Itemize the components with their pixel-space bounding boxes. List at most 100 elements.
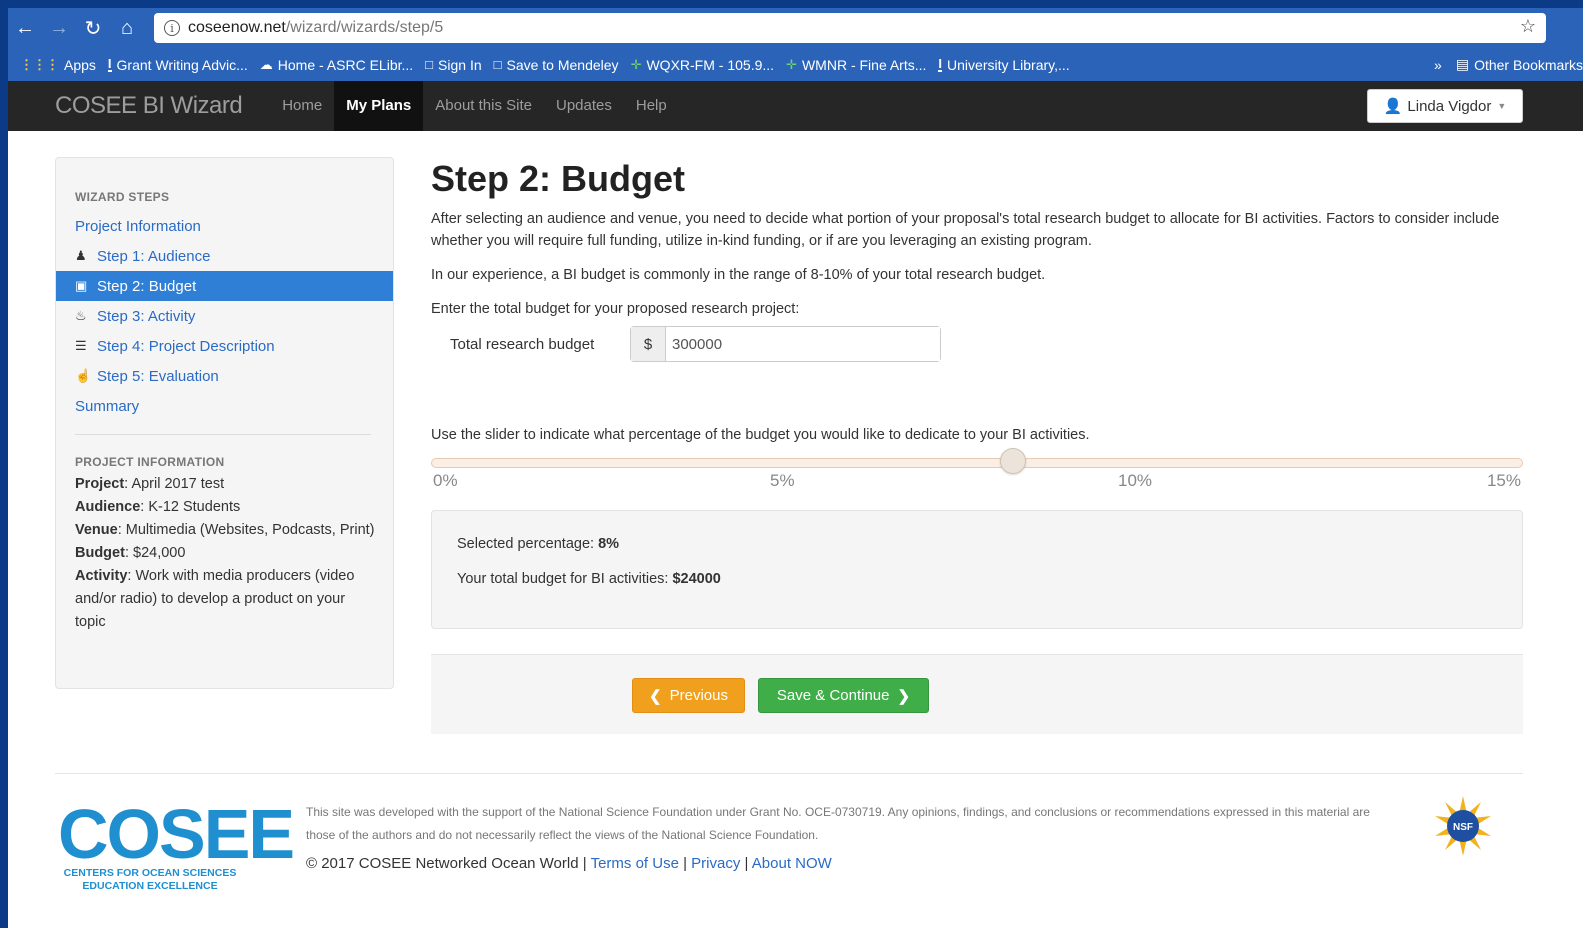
intro-text: After selecting an audience and venue, y… xyxy=(431,211,1500,249)
sidebar-item-step-4[interactable]: ☰ Step 4: Project Description xyxy=(56,331,393,361)
user-icon: 👤 xyxy=(1383,98,1403,115)
separator: | xyxy=(744,855,749,872)
percentage-slider-track[interactable] xyxy=(431,458,1523,468)
forward-icon[interactable]: → xyxy=(42,17,76,40)
bookmark-wqxr[interactable]: ✛ WQXR-FM - 105.9... xyxy=(631,57,774,73)
bookmark-label: Save to Mendeley xyxy=(506,56,619,73)
project-info-project: Project: April 2017 test xyxy=(75,476,225,492)
bookmarks-overflow-chevron[interactable]: » xyxy=(1434,57,1442,73)
sidebar-item-label: Step 2: Budget xyxy=(97,277,197,295)
site-navbar: COSEE BI Wizard Home My Plans About this… xyxy=(8,81,1583,131)
bookmark-label: WQXR-FM - 105.9... xyxy=(646,56,775,73)
separator: | xyxy=(683,855,687,872)
url-host: coseenow.net xyxy=(188,19,286,36)
page-title: Step 2: Budget xyxy=(431,158,686,199)
bookmark-apps[interactable]: ⋮⋮⋮ Apps xyxy=(20,57,96,73)
sidebar-item-summary[interactable]: Summary xyxy=(56,391,393,421)
info-value: Multimedia (Websites, Podcasts, Print) xyxy=(125,522,375,538)
total-budget-input[interactable] xyxy=(666,327,940,361)
cosee-logo-subtitle: CENTERS FOR OCEAN SCIENCES EDUCATION EXC… xyxy=(63,867,237,892)
total-bi-budget-value: $24000 xyxy=(672,571,721,587)
browser-toolbar: ← → ↻ ⌂ i coseenow.net/wizard/wizards/st… xyxy=(8,8,1583,48)
address-bar[interactable]: i coseenow.net/wizard/wizards/step/5 ☆ xyxy=(154,13,1546,43)
copyright-text: © 2017 COSEE Networked Ocean World xyxy=(306,855,579,872)
sidebar-item-step-1[interactable]: ♟ Step 1: Audience xyxy=(56,241,393,271)
bookmark-sign-in[interactable]: □ Sign In xyxy=(425,57,481,73)
total-bi-budget-label: Your total budget for BI activities: xyxy=(457,571,669,587)
home-icon[interactable]: ⌂ xyxy=(110,17,144,40)
budget-label: Total research budget xyxy=(450,335,595,353)
cosee-logo-word: COSEE xyxy=(58,795,295,873)
wizard-steps-heading: WIZARD STEPS xyxy=(75,190,170,204)
sidebar-item-step-5[interactable]: ☝ Step 5: Evaluation xyxy=(56,361,393,391)
site-brand[interactable]: COSEE BI Wizard xyxy=(55,92,243,120)
sidebar-item-label: Step 5: Evaluation xyxy=(97,367,219,385)
about-now-link[interactable]: About NOW xyxy=(752,855,832,872)
page-icon: □ xyxy=(493,57,502,72)
bookmark-wmnr[interactable]: ✛ WMNR - Fine Arts... xyxy=(786,57,926,73)
sidebar-item-project-information[interactable]: Project Information xyxy=(56,211,393,241)
info-label: Activity xyxy=(75,568,128,584)
user-menu-button[interactable]: 👤 Linda Vigdor ▼ xyxy=(1367,89,1523,123)
result-panel: Selected percentage: 8% Your total budge… xyxy=(431,510,1523,629)
bookmark-label: Home - ASRC ELibr... xyxy=(277,56,414,73)
nav-updates[interactable]: Updates xyxy=(544,81,624,131)
caret-down-icon: ▼ xyxy=(1497,101,1507,111)
sidebar-item-label: Step 4: Project Description xyxy=(97,337,275,355)
radio-icon: ✛ xyxy=(786,56,797,72)
sidebar-divider xyxy=(75,434,371,435)
nsf-logo-text: NSF xyxy=(1453,822,1473,833)
bookmark-university-library[interactable]: I University Library,... xyxy=(938,55,1070,73)
reload-icon[interactable]: ↻ xyxy=(76,16,110,41)
sidebar-item-step-3[interactable]: ♨ Step 3: Activity xyxy=(56,301,393,331)
thumbs-up-icon: ☝ xyxy=(75,368,92,383)
info-value: April 2017 test xyxy=(131,476,225,492)
radio-icon: ✛ xyxy=(630,56,642,72)
back-icon[interactable]: ← xyxy=(8,17,42,40)
info-label: Venue xyxy=(75,522,118,538)
info-value: $24,000 xyxy=(133,545,186,561)
wizard-sidebar: WIZARD STEPS Project Information ♟ Step 1… xyxy=(55,157,394,689)
cosee-logo[interactable]: COSEE CENTERS FOR OCEAN SCIENCES EDUCATI… xyxy=(58,795,295,893)
sidebar-item-step-2[interactable]: ▣ Step 2: Budget xyxy=(56,271,393,301)
bookmark-mendeley[interactable]: □ Save to Mendeley xyxy=(494,57,619,73)
nav-home[interactable]: Home xyxy=(270,81,334,131)
nav-my-plans[interactable]: My Plans xyxy=(334,81,424,131)
nav-about[interactable]: About this Site xyxy=(423,81,544,131)
experience-text: In our experience, a BI budget is common… xyxy=(431,267,1046,283)
illinois-icon: I xyxy=(938,55,943,72)
nsf-logo[interactable]: NSF xyxy=(1433,796,1493,856)
apps-grid-icon: ⋮⋮⋮ xyxy=(20,56,59,72)
fire-icon: ♨ xyxy=(75,308,87,323)
enter-budget-prompt: Enter the total budget for your proposed… xyxy=(431,301,800,317)
sidebar-item-label: Step 3: Activity xyxy=(97,307,196,325)
briefcase-icon: ▣ xyxy=(75,278,88,293)
slider-tick-15: 15% xyxy=(1486,471,1521,490)
selected-percentage-value: 8% xyxy=(598,536,620,552)
footer-disclaimer: This site was developed with the support… xyxy=(306,805,1370,842)
info-label: Audience xyxy=(75,499,141,515)
page-icon: □ xyxy=(425,57,434,72)
bookmark-label: Other Bookmarks xyxy=(1474,56,1583,73)
bookmark-grant-writing[interactable]: I Grant Writing Advic... xyxy=(107,57,248,73)
project-info-budget: Budget: $24,000 xyxy=(75,545,186,561)
bookmark-star-icon[interactable]: ☆ xyxy=(1520,16,1536,37)
save-continue-button[interactable]: Save & Continue ❯ xyxy=(758,678,929,713)
folder-icon: ▤ xyxy=(1455,56,1470,72)
separator: | xyxy=(582,855,587,872)
bookmark-asrc[interactable]: ☁ Home - ASRC ELibr... xyxy=(260,57,413,73)
user-name: Linda Vigdor xyxy=(1407,97,1492,115)
percentage-slider-handle[interactable] xyxy=(1000,448,1027,474)
budget-form-row: Total research budget $ xyxy=(431,326,1031,362)
slider-tick-0: 0% xyxy=(433,471,458,490)
info-value: K-12 Students xyxy=(148,499,241,515)
sidebar-item-label: Project Information xyxy=(75,217,201,235)
nav-help[interactable]: Help xyxy=(624,81,679,131)
previous-button[interactable]: ❮ Previous xyxy=(632,678,745,713)
bookmark-label: WMNR - Fine Arts... xyxy=(801,56,927,73)
privacy-link[interactable]: Privacy xyxy=(691,855,740,872)
bookmark-other[interactable]: » ▤ Other Bookmarks xyxy=(1434,48,1583,81)
site-info-icon[interactable]: i xyxy=(164,20,180,36)
info-label: Project xyxy=(75,476,125,492)
terms-link[interactable]: Terms of Use xyxy=(591,855,679,872)
